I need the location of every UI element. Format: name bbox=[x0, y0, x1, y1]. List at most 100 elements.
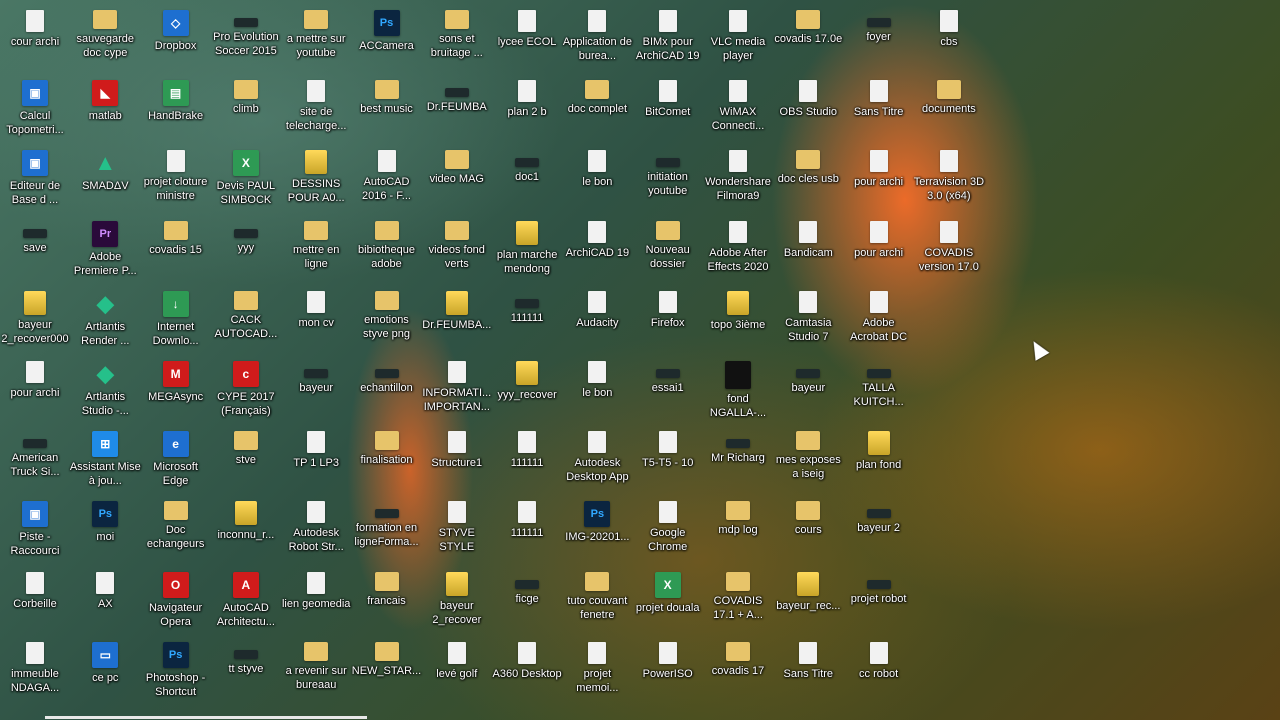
desktop-icon[interactable]: Doc echangeurs bbox=[141, 493, 211, 551]
desktop-icon[interactable]: mes exposes a iseig bbox=[773, 423, 843, 481]
desktop-icon[interactable]: ▣ Editeur de Base d ... bbox=[0, 142, 70, 207]
desktop-icon[interactable]: finalisation bbox=[352, 423, 422, 467]
desktop-icon[interactable]: plan marche mendong bbox=[492, 213, 562, 276]
desktop-icon[interactable]: DESSINS POUR A0... bbox=[281, 142, 351, 205]
desktop-icon[interactable]: pour archi bbox=[844, 142, 914, 189]
desktop-icon[interactable]: cours bbox=[773, 493, 843, 537]
desktop-icon[interactable]: Ps Photoshop - Shortcut bbox=[141, 634, 211, 699]
desktop-icon[interactable]: documents bbox=[914, 72, 984, 116]
desktop-icon[interactable]: COVADIS 17.1 + A... bbox=[703, 564, 773, 622]
desktop-icon[interactable]: levé golf bbox=[422, 634, 492, 681]
desktop-icon[interactable]: inconnu_r... bbox=[211, 493, 281, 542]
desktop-icon[interactable]: WiMAX Connecti... bbox=[703, 72, 773, 133]
desktop-icon[interactable]: American Truck Si... bbox=[0, 423, 70, 479]
desktop-icon[interactable]: CACK AUTOCAD... bbox=[211, 283, 281, 341]
desktop-icon[interactable]: foyer bbox=[844, 2, 914, 44]
desktop-icon[interactable]: X Devis PAUL SIMBOCK bbox=[211, 142, 281, 207]
desktop-icon[interactable]: covadis 15 bbox=[141, 213, 211, 257]
desktop-icon[interactable]: initiation youtube bbox=[633, 142, 703, 198]
desktop-icon[interactable]: fond NGALLA-... bbox=[703, 353, 773, 420]
desktop-icon[interactable]: PowerISO bbox=[633, 634, 703, 681]
desktop-icon[interactable]: ▤ HandBrake bbox=[141, 72, 211, 123]
desktop-icon[interactable]: ▣ Piste - Raccourci bbox=[0, 493, 70, 558]
desktop-icon[interactable]: topo 3ième bbox=[703, 283, 773, 332]
desktop-icon[interactable]: 111111 bbox=[492, 493, 562, 540]
desktop-icon[interactable]: ◇ Dropbox bbox=[141, 2, 211, 53]
desktop-icon[interactable]: mon cv bbox=[281, 283, 351, 330]
desktop-icon[interactable]: ◣ matlab bbox=[70, 72, 140, 123]
desktop-icon[interactable]: bayeur 2 bbox=[844, 493, 914, 535]
desktop-icon[interactable]: sons et bruitage ... bbox=[422, 2, 492, 60]
desktop-icon[interactable]: site de telecharge... bbox=[281, 72, 351, 133]
desktop-icon[interactable]: Terravision 3D 3.0 (x64) bbox=[914, 142, 984, 203]
desktop-icon[interactable]: yyy bbox=[211, 213, 281, 255]
desktop-icon[interactable]: tt styve bbox=[211, 634, 281, 676]
desktop-icon[interactable]: covadis 17.0e bbox=[773, 2, 843, 46]
desktop-icon[interactable]: Sans Titre bbox=[844, 72, 914, 119]
desktop-icon[interactable]: OBS Studio bbox=[773, 72, 843, 119]
desktop-icon[interactable]: A360 Desktop bbox=[492, 634, 562, 681]
desktop-icon[interactable]: pour archi bbox=[844, 213, 914, 260]
desktop-icon[interactable]: plan 2 b bbox=[492, 72, 562, 119]
desktop-icon[interactable]: pour archi bbox=[0, 353, 70, 400]
desktop-icon[interactable]: Camtasia Studio 7 bbox=[773, 283, 843, 344]
desktop-icon[interactable]: ▣ Calcul Topometri... bbox=[0, 72, 70, 137]
desktop-icon[interactable]: francais bbox=[352, 564, 422, 608]
desktop-icon[interactable]: Firefox bbox=[633, 283, 703, 330]
desktop-icon[interactable]: ◆ Artlantis Studio -... bbox=[70, 353, 140, 418]
desktop-icon[interactable]: lycee ECOL bbox=[492, 2, 562, 49]
desktop-icon[interactable]: Dr.FEUMBA... bbox=[422, 283, 492, 332]
desktop-icon[interactable]: mdp log bbox=[703, 493, 773, 537]
desktop-icon[interactable]: doc complet bbox=[562, 72, 632, 116]
desktop-icon[interactable]: tuto couvant fenetre bbox=[562, 564, 632, 622]
desktop-icon[interactable]: Ps moi bbox=[70, 493, 140, 544]
desktop-icon[interactable]: plan fond bbox=[844, 423, 914, 472]
desktop-icon[interactable]: Autodesk Desktop App bbox=[562, 423, 632, 484]
desktop-icon[interactable]: bibiotheque adobe bbox=[352, 213, 422, 271]
desktop-icon[interactable]: a mettre sur youtube bbox=[281, 2, 351, 60]
desktop-icon[interactable]: Pr Adobe Premiere P... bbox=[70, 213, 140, 278]
desktop-icon[interactable]: projet cloture ministre bbox=[141, 142, 211, 203]
desktop-icon[interactable]: mettre en ligne bbox=[281, 213, 351, 271]
desktop-icon[interactable]: ArchiCAD 19 bbox=[562, 213, 632, 260]
desktop-icon[interactable]: Adobe Acrobat DC bbox=[844, 283, 914, 344]
desktop-icon[interactable]: immeuble NDAGA... bbox=[0, 634, 70, 695]
desktop-icon[interactable]: bayeur 2_recover bbox=[422, 564, 492, 627]
desktop-icon[interactable]: Structure1 bbox=[422, 423, 492, 470]
desktop-icon[interactable]: TP 1 LP3 bbox=[281, 423, 351, 470]
desktop-icon[interactable]: cbs bbox=[914, 2, 984, 49]
desktop-icon[interactable]: O Navigateur Opera bbox=[141, 564, 211, 629]
desktop-icon[interactable]: bayeur_rec... bbox=[773, 564, 843, 613]
desktop-icon[interactable]: ficge bbox=[492, 564, 562, 606]
desktop-icon[interactable]: BitComet bbox=[633, 72, 703, 119]
desktop-icon[interactable]: Application de burea... bbox=[562, 2, 632, 63]
desktop-icon[interactable]: bayeur 2_recover000 bbox=[0, 283, 70, 346]
desktop-icon[interactable]: BIMx pour ArchiCAD 19 bbox=[633, 2, 703, 63]
desktop-icon[interactable]: Pro Evolution Soccer 2015 bbox=[211, 2, 281, 58]
desktop-icon[interactable]: formation en ligneForma... bbox=[352, 493, 422, 549]
desktop-icon[interactable]: AX bbox=[70, 564, 140, 611]
desktop-icon[interactable]: doc1 bbox=[492, 142, 562, 184]
desktop-icon[interactable]: best music bbox=[352, 72, 422, 116]
desktop-icon[interactable]: VLC media player bbox=[703, 2, 773, 63]
desktop-icon[interactable]: videos fond verts bbox=[422, 213, 492, 271]
desktop-icon[interactable]: Bandicam bbox=[773, 213, 843, 260]
desktop-icon[interactable]: Corbeille bbox=[0, 564, 70, 611]
desktop-icon[interactable]: cour archi bbox=[0, 2, 70, 49]
desktop-icon[interactable]: cc robot bbox=[844, 634, 914, 681]
desktop-icon[interactable]: projet memoi... bbox=[562, 634, 632, 695]
desktop-icon[interactable]: stve bbox=[211, 423, 281, 467]
desktop-icon[interactable]: ▭ ce pc bbox=[70, 634, 140, 685]
desktop-icon[interactable]: ▲ SMADΔV bbox=[70, 142, 140, 193]
desktop-icon[interactable]: T5-T5 - 10 bbox=[633, 423, 703, 470]
desktop-icon[interactable]: Xprojet douala bbox=[633, 564, 703, 615]
desktop-icon[interactable]: covadis 17 bbox=[703, 634, 773, 678]
desktop-icon[interactable]: Ps ACCamera bbox=[352, 2, 422, 53]
desktop-icon[interactable]: a revenir sur bureaau bbox=[281, 634, 351, 692]
desktop-icon[interactable]: doc cles usb bbox=[773, 142, 843, 186]
desktop-icon[interactable]: climb bbox=[211, 72, 281, 116]
desktop-icon[interactable]: Mr Richarg bbox=[703, 423, 773, 465]
desktop-icon[interactable]: ◆ Artlantis Render ... bbox=[70, 283, 140, 348]
desktop-icon[interactable]: c CYPE 2017 (Français) bbox=[211, 353, 281, 418]
desktop-icon[interactable]: bayeur bbox=[281, 353, 351, 395]
